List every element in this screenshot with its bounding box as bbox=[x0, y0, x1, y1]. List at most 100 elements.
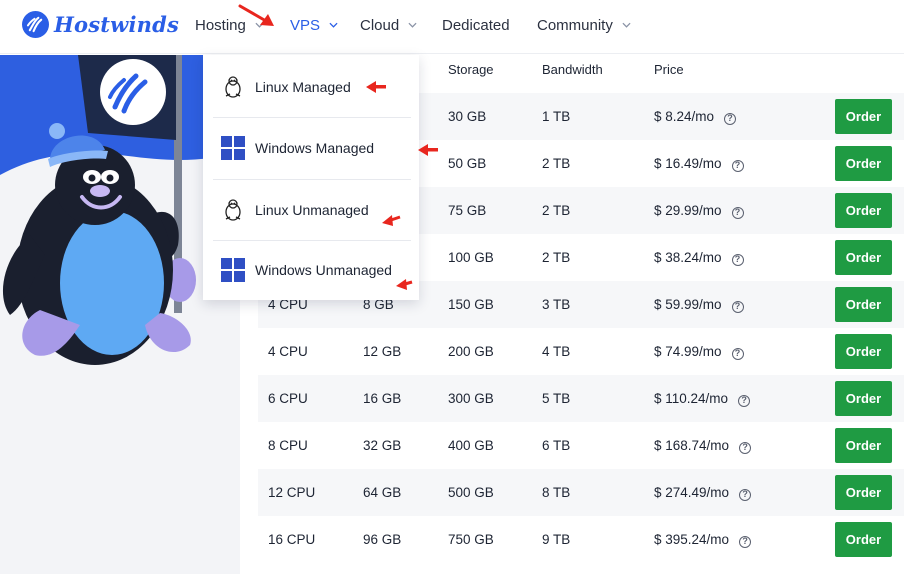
cell-storage: 500 GB bbox=[448, 485, 494, 500]
cell-cpu: 12 CPU bbox=[268, 485, 316, 500]
menu-item-label: Linux Managed bbox=[255, 79, 351, 95]
cell-bandwidth: 3 TB bbox=[542, 297, 571, 312]
cell-storage: 50 GB bbox=[448, 156, 487, 171]
nav-vps[interactable]: VPS bbox=[290, 0, 338, 50]
help-icon[interactable]: ? bbox=[738, 395, 751, 407]
cell-bandwidth: 4 TB bbox=[542, 344, 571, 359]
price-value: $ 395.24/mo bbox=[654, 532, 730, 547]
price-value: $ 59.99/mo bbox=[654, 297, 722, 312]
cell-storage: 400 GB bbox=[448, 438, 494, 453]
order-button[interactable]: Order bbox=[835, 287, 892, 322]
logo-text: Hostwinds bbox=[54, 11, 180, 37]
menu-item-linux-unmanaged[interactable]: Linux Unmanaged bbox=[213, 180, 411, 240]
nav-community[interactable]: Community bbox=[537, 0, 631, 50]
linux-penguin-icon bbox=[221, 198, 245, 222]
nav-dedicated[interactable]: Dedicated bbox=[442, 0, 510, 50]
chevron-down-icon bbox=[408, 22, 417, 28]
help-icon[interactable]: ? bbox=[724, 113, 737, 125]
nav-cloud[interactable]: Cloud bbox=[360, 0, 417, 50]
menu-item-label: Windows Unmanaged bbox=[255, 262, 392, 278]
cell-storage: 750 GB bbox=[448, 532, 494, 547]
help-icon[interactable]: ? bbox=[731, 301, 744, 313]
menu-item-windows-managed[interactable]: Windows Managed bbox=[213, 118, 411, 178]
nav-dedicated-label: Dedicated bbox=[442, 16, 510, 34]
price-value: $ 38.24/mo bbox=[654, 250, 722, 265]
vps-dropdown-menu: Linux Managed Windows Managed Linux Unma… bbox=[203, 55, 419, 300]
order-button[interactable]: Order bbox=[835, 240, 892, 275]
cell-price: $ 168.74/mo? bbox=[654, 422, 752, 469]
price-value: $ 274.49/mo bbox=[654, 485, 730, 500]
cell-storage: 150 GB bbox=[448, 297, 494, 312]
order-button[interactable]: Order bbox=[835, 99, 892, 134]
cell-bandwidth: 2 TB bbox=[542, 203, 571, 218]
order-button[interactable]: Order bbox=[835, 193, 892, 228]
cell-ram: 64 GB bbox=[363, 485, 402, 500]
help-icon[interactable]: ? bbox=[739, 489, 752, 501]
cell-cpu: 16 CPU bbox=[268, 532, 316, 547]
table-row: 12 CPU 64 GB 500 GB 8 TB $ 274.49/mo? Order bbox=[258, 469, 904, 516]
cell-storage: 30 GB bbox=[448, 109, 487, 124]
table-row: 8 CPU 32 GB 400 GB 6 TB $ 168.74/mo? Order bbox=[258, 422, 904, 469]
table-row: 16 CPU 96 GB 750 GB 9 TB $ 395.24/mo? Order bbox=[258, 516, 904, 563]
windows-logo-icon bbox=[221, 136, 245, 160]
nav-vps-label: VPS bbox=[290, 16, 321, 34]
menu-item-label: Windows Managed bbox=[255, 140, 375, 156]
cell-storage: 300 GB bbox=[448, 391, 494, 406]
nav-hosting[interactable]: Hosting bbox=[195, 0, 264, 50]
price-value: $ 168.74/mo bbox=[654, 438, 730, 453]
cell-storage: 100 GB bbox=[448, 250, 494, 265]
cell-price: $ 110.24/mo? bbox=[654, 375, 751, 422]
help-icon[interactable]: ? bbox=[731, 348, 744, 360]
cell-bandwidth: 8 TB bbox=[542, 485, 571, 500]
cell-ram: 96 GB bbox=[363, 532, 402, 547]
cell-cpu: 8 CPU bbox=[268, 438, 308, 453]
nav-cloud-label: Cloud bbox=[360, 16, 400, 34]
cell-price: $ 38.24/mo? bbox=[654, 234, 744, 281]
order-button[interactable]: Order bbox=[835, 475, 892, 510]
cell-bandwidth: 9 TB bbox=[542, 532, 571, 547]
price-value: $ 8.24/mo bbox=[654, 109, 715, 124]
menu-item-windows-unmanaged[interactable]: Windows Unmanaged bbox=[213, 240, 411, 300]
cell-ram: 16 GB bbox=[363, 391, 402, 406]
cell-ram: 32 GB bbox=[363, 438, 402, 453]
top-navigation-bar: Hostwinds Hosting VPS Cloud Dedicated Co… bbox=[0, 0, 904, 54]
help-icon[interactable]: ? bbox=[739, 442, 752, 454]
cell-price: $ 274.49/mo? bbox=[654, 469, 752, 516]
help-icon[interactable]: ? bbox=[731, 207, 744, 219]
linux-penguin-icon bbox=[221, 75, 245, 99]
order-button[interactable]: Order bbox=[835, 522, 892, 557]
hostwinds-logo-icon bbox=[22, 10, 49, 38]
help-icon[interactable]: ? bbox=[739, 536, 752, 548]
cell-bandwidth: 1 TB bbox=[542, 109, 571, 124]
price-value: $ 16.49/mo bbox=[654, 156, 722, 171]
windows-logo-icon bbox=[221, 258, 245, 282]
column-header-storage: Storage bbox=[448, 62, 494, 77]
order-button[interactable]: Order bbox=[835, 381, 892, 416]
price-value: $ 110.24/mo bbox=[654, 391, 729, 406]
cell-price: $ 59.99/mo? bbox=[654, 281, 744, 328]
table-row: 6 CPU 16 GB 300 GB 5 TB $ 110.24/mo? Order bbox=[258, 375, 904, 422]
price-value: $ 74.99/mo bbox=[654, 344, 722, 359]
order-button[interactable]: Order bbox=[835, 428, 892, 463]
cell-storage: 75 GB bbox=[448, 203, 487, 218]
table-row: 4 CPU 12 GB 200 GB 4 TB $ 74.99/mo? Order bbox=[258, 328, 904, 375]
menu-item-linux-managed[interactable]: Linux Managed bbox=[213, 57, 411, 117]
cell-cpu: 4 CPU bbox=[268, 344, 308, 359]
nav-community-label: Community bbox=[537, 16, 613, 34]
column-header-price: Price bbox=[654, 62, 684, 77]
order-button[interactable]: Order bbox=[835, 146, 892, 181]
cell-ram: 12 GB bbox=[363, 344, 402, 359]
cell-bandwidth: 6 TB bbox=[542, 438, 571, 453]
cell-storage: 200 GB bbox=[448, 344, 494, 359]
chevron-down-icon bbox=[329, 22, 338, 28]
cell-price: $ 29.99/mo? bbox=[654, 187, 744, 234]
help-icon[interactable]: ? bbox=[731, 254, 744, 266]
menu-item-label: Linux Unmanaged bbox=[255, 202, 369, 218]
cell-price: $ 16.49/mo? bbox=[654, 140, 744, 187]
cell-price: $ 74.99/mo? bbox=[654, 328, 744, 375]
nav-hosting-label: Hosting bbox=[195, 16, 246, 34]
hostwinds-logo[interactable]: Hostwinds bbox=[22, 9, 179, 39]
cell-bandwidth: 2 TB bbox=[542, 250, 571, 265]
order-button[interactable]: Order bbox=[835, 334, 892, 369]
help-icon[interactable]: ? bbox=[731, 160, 744, 172]
